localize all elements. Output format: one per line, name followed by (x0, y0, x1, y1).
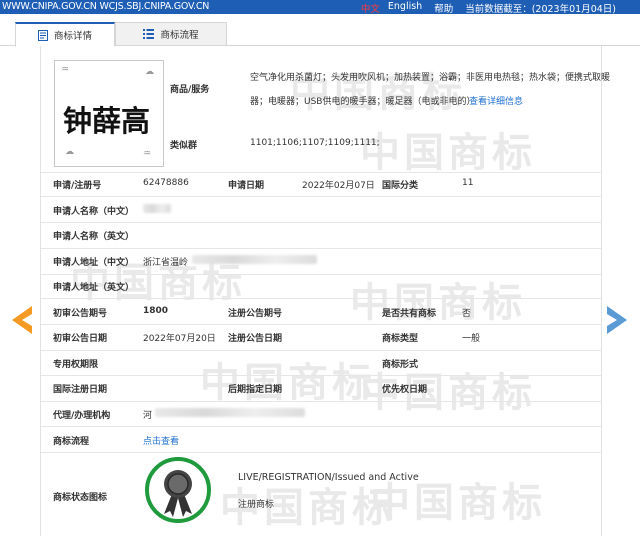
help-link[interactable]: 帮助 (434, 1, 453, 15)
divider (41, 196, 601, 197)
next-arrow-button[interactable] (605, 306, 627, 334)
divider (41, 248, 601, 249)
lang-english-link[interactable]: English (388, 1, 422, 15)
later-date-label: 后期指定日期 (228, 385, 283, 395)
agent-value: 河 (143, 411, 153, 421)
prev-arrow-button[interactable] (12, 306, 34, 334)
reg-pub-date-label: 注册公告日期 (228, 334, 283, 344)
intl-reg-date-label: 国际注册日期 (53, 385, 108, 395)
intl-class-label: 国际分类 (382, 181, 419, 191)
site-url[interactable]: WWW.CNIPA.GOV.CN WCJS.SBJ.CNIPA.GOV.CN (2, 1, 209, 12)
similar-group-value: 1101;1106;1107;1109;1111; (250, 138, 380, 148)
address-en-label: 申请人地址（英文） (53, 283, 135, 293)
prelim-date-label: 初审公告日期 (53, 334, 108, 344)
shared-value: 否 (462, 309, 472, 319)
document-icon (37, 29, 48, 41)
status-icon-label: 商标状态图标 (53, 493, 108, 503)
address-cn-value: 浙江省温岭 (143, 258, 189, 268)
status-english: LIVE/REGISTRATION/Issued and Active (238, 472, 419, 483)
apply-date-label: 申请日期 (228, 181, 265, 191)
goods-label: 商品/服务 (170, 85, 210, 95)
address-cn-label: 申请人地址（中文） (53, 258, 135, 268)
goods-line2: 器；电暖器；USB供电的暖手器；暖足器（电或非电的） (250, 97, 476, 107)
data-date: 当前数据截至：(2023年01月04日) (465, 4, 616, 15)
trademark-image: ♒ ☁ ☁ ♒ 钟薛高 (54, 60, 164, 167)
reg-no-value: 62478886 (143, 178, 189, 188)
redacted-applicant-cn (143, 204, 171, 213)
tab-label: 商标详情 (53, 31, 92, 42)
prelim-date-value: 2022年07月20日 (143, 334, 216, 344)
intl-class-value: 11 (462, 178, 474, 188)
divider (41, 298, 601, 299)
divider (41, 401, 601, 402)
redacted-agent (155, 408, 305, 417)
tab-label: 商标流程 (160, 30, 199, 41)
shared-label: 是否共有商标 (382, 309, 437, 319)
registered-status-icon (144, 456, 212, 524)
divider (41, 222, 601, 223)
agent-label: 代理/办理机构 (53, 411, 111, 421)
prelim-no-value: 1800 (143, 306, 169, 316)
form-label: 商标形式 (382, 360, 419, 370)
divider (41, 375, 601, 376)
top-bar: WWW.CNIPA.GOV.CN WCJS.SBJ.CNIPA.GOV.CN 中… (0, 0, 640, 15)
trademark-text: 钟薛高 (63, 104, 151, 138)
exclusive-label: 专用权期限 (53, 360, 99, 370)
redacted-address (192, 255, 317, 264)
process-label: 商标流程 (53, 437, 90, 447)
reg-pub-no-label: 注册公告期号 (228, 309, 283, 319)
view-detail-link[interactable]: 查看详细信息 (469, 94, 523, 107)
apply-date-value: 2022年02月07日 (302, 181, 375, 191)
applicant-cn-label: 申请人名称（中文） (53, 207, 135, 217)
tab-trademark-process[interactable]: 商标流程 (115, 22, 227, 46)
prelim-no-label: 初审公告期号 (53, 309, 108, 319)
applicant-en-label: 申请人名称（英文） (53, 232, 135, 242)
goods-line1: 空气净化用杀菌灯；头发用吹风机；加热装置；浴霸；非医用电热毯；热水袋；便携式取暖 (250, 73, 611, 83)
type-label: 商标类型 (382, 334, 419, 344)
divider (41, 172, 601, 173)
divider (41, 324, 601, 325)
reg-no-label: 申请/注册号 (53, 181, 102, 191)
type-value: 一般 (462, 334, 481, 344)
tab-trademark-detail[interactable]: 商标详情 (15, 22, 115, 47)
divider (41, 452, 601, 453)
lang-chinese-link[interactable]: 中文 (361, 1, 380, 15)
divider (41, 274, 601, 275)
process-view-link[interactable]: 点击查看 (143, 434, 179, 447)
divider (41, 426, 601, 427)
similar-group-label: 类似群 (170, 141, 198, 151)
divider (41, 350, 601, 351)
list-icon (143, 29, 155, 39)
status-chinese: 注册商标 (238, 500, 275, 510)
tab-bar: 商标详情 商标流程 (0, 22, 640, 47)
priority-date-label: 优先权日期 (382, 385, 428, 395)
